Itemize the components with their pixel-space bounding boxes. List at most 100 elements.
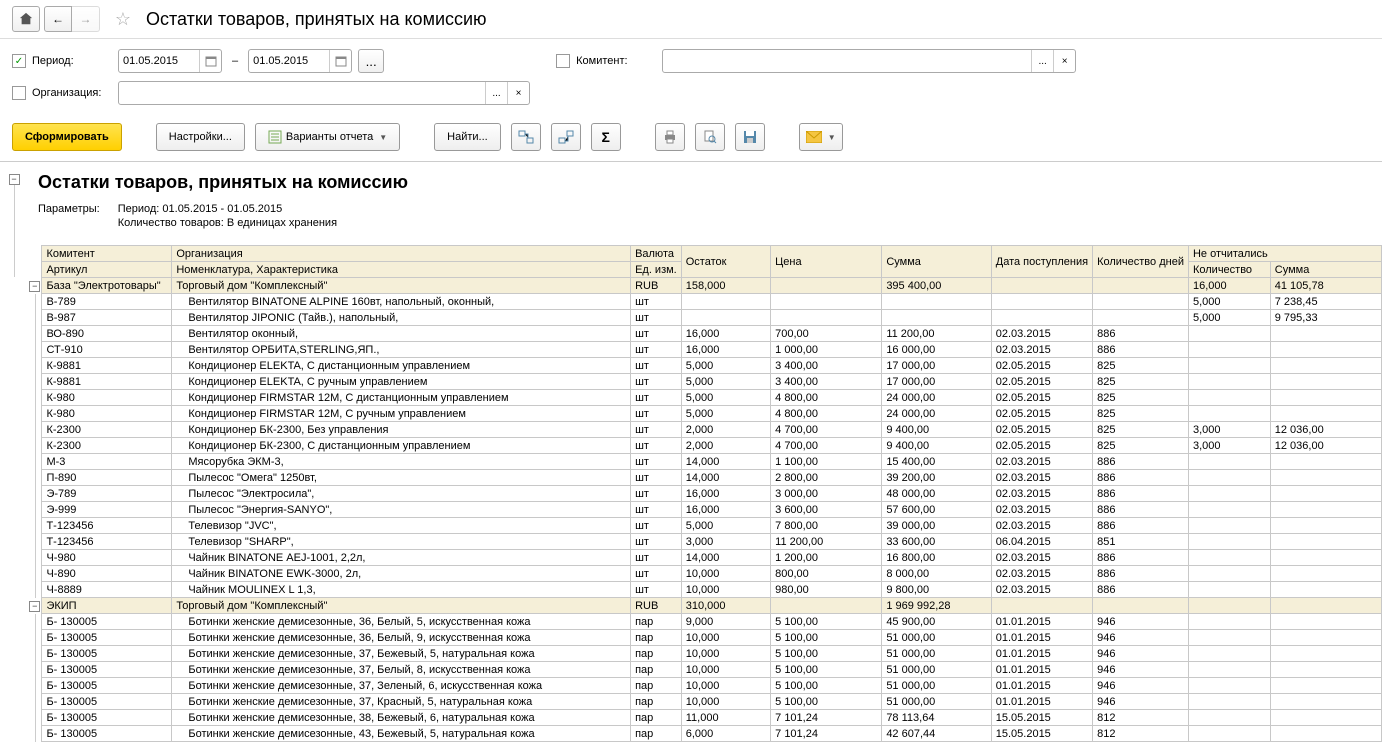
variants-button[interactable]: Варианты отчета ▼ (255, 123, 400, 151)
page-title: Остатки товаров, принятых на комиссию (146, 9, 487, 30)
komitent-label: Комитент: (576, 55, 656, 67)
period-checkbox[interactable]: ✓ (12, 54, 26, 68)
report-title: Остатки товаров, принятых на комиссию (28, 172, 1382, 193)
table-row[interactable]: В-987Вентилятор JIPONIC (Тайв.), напольн… (28, 310, 1382, 326)
back-button[interactable]: ← (44, 6, 72, 32)
table-row[interactable]: Б- 130005Ботинки женские демисезонные, 3… (28, 646, 1382, 662)
save-icon (743, 130, 757, 144)
org-checkbox[interactable] (12, 86, 26, 100)
calendar-icon[interactable] (329, 50, 351, 72)
group-row[interactable]: −База "Электротовары"Торговый дом "Компл… (28, 278, 1382, 294)
generate-button[interactable]: Сформировать (12, 123, 122, 151)
table-row[interactable]: Э-789Пылесос "Электросила",шт16,0003 000… (28, 486, 1382, 502)
preview-button[interactable] (695, 123, 725, 151)
table-row[interactable]: Ч-980Чайник BINATONE АЕJ-1001, 2,2л,шт14… (28, 550, 1382, 566)
save-button[interactable] (735, 123, 765, 151)
collapse-all-button[interactable]: − (9, 174, 20, 185)
table-row[interactable]: Т-123456Телевизор "JVC",шт5,0007 800,003… (28, 518, 1382, 534)
table-row[interactable]: К-2300Кондиционер БК-2300, С дистанционн… (28, 438, 1382, 454)
col-days[interactable]: Количество дней (1093, 246, 1189, 278)
col-date[interactable]: Дата поступления (991, 246, 1092, 278)
table-row[interactable]: М-3Мясорубка ЭКМ-3,шт14,0001 100,0015 40… (28, 454, 1382, 470)
table-row[interactable]: Э-999Пылесос "Энергия-SANYO",шт16,0003 6… (28, 502, 1382, 518)
table-row[interactable]: Т-123456Телевизор "SHARP",шт3,00011 200,… (28, 534, 1382, 550)
params-label: Параметры: (38, 203, 100, 231)
table-row[interactable]: Ч-8889Чайник MOULINEX L 1,3,шт10,000980,… (28, 582, 1382, 598)
col-nsum[interactable]: Сумма (1270, 262, 1381, 278)
date-to-wrap (248, 49, 352, 73)
collapse-group-button[interactable]: − (29, 601, 40, 612)
org-input-wrap: ... × (118, 81, 530, 105)
forward-button[interactable]: → (72, 6, 100, 32)
table-row[interactable]: Ч-890Чайник BINATONE EWK-3000, 2л,шт10,0… (28, 566, 1382, 582)
table-row[interactable]: СТ-910Вентилятор ОРБИТА,STERLING,ЯП.,шт1… (28, 342, 1382, 358)
date-to-input[interactable] (249, 53, 329, 69)
table-row[interactable]: В-789Вентилятор BINATONE ALPINE 160вт, н… (28, 294, 1382, 310)
period-select-button[interactable]: ... (358, 49, 384, 73)
collapse-icon (558, 130, 574, 144)
chevron-down-icon: ▼ (828, 133, 836, 142)
col-org[interactable]: Организация (172, 246, 631, 262)
expand-icon (518, 130, 534, 144)
col-nqty[interactable]: Количество (1188, 262, 1270, 278)
col-komitent[interactable]: Комитент (42, 246, 172, 262)
report-table: Комитент Организация Валюта Остаток Цена… (28, 245, 1382, 742)
table-row[interactable]: К-980Кондиционер FIRMSTAR 12M, С дистанц… (28, 390, 1382, 406)
settings-button[interactable]: Настройки... (156, 123, 245, 151)
table-row[interactable]: П-890Пылесос "Омега" 1250вт,шт14,0002 80… (28, 470, 1382, 486)
komitent-input[interactable] (663, 53, 1031, 69)
sum-button[interactable]: Σ (591, 123, 621, 151)
table-row[interactable]: К-9881Кондиционер ELEKTA, С ручным управ… (28, 374, 1382, 390)
col-artikul[interactable]: Артикул (42, 262, 172, 278)
col-ostatok[interactable]: Остаток (681, 246, 770, 278)
col-not-reported[interactable]: Не отчитались (1188, 246, 1381, 262)
table-row[interactable]: Б- 130005Ботинки женские демисезонные, 3… (28, 662, 1382, 678)
table-row[interactable]: Б- 130005Ботинки женские демисезонные, 3… (28, 614, 1382, 630)
org-clear-button[interactable]: × (507, 82, 529, 104)
komitent-checkbox[interactable] (556, 54, 570, 68)
col-nomenklatura[interactable]: Номенклатура, Характеристика (172, 262, 631, 278)
col-valuta[interactable]: Валюта (631, 246, 682, 262)
table-row[interactable]: ВО-890Вентилятор оконный,шт16,000700,001… (28, 326, 1382, 342)
table-row[interactable]: Б- 130005Ботинки женские демисезонные, 3… (28, 630, 1382, 646)
chevron-down-icon: ▼ (379, 133, 387, 142)
col-sum[interactable]: Сумма (882, 246, 991, 278)
org-label: Организация: (32, 87, 112, 99)
params-qty: Количество товаров: В единицах хранения (118, 217, 337, 229)
date-from-input[interactable] (119, 53, 199, 69)
table-row[interactable]: К-2300Кондиционер БК-2300, Без управлени… (28, 422, 1382, 438)
komitent-select-button[interactable]: ... (1031, 50, 1053, 72)
table-row[interactable]: К-9881Кондиционер ELEKTA, С дистанционны… (28, 358, 1382, 374)
komitent-clear-button[interactable]: × (1053, 50, 1075, 72)
home-button[interactable] (12, 6, 40, 32)
star-icon: ☆ (115, 9, 131, 30)
collapse-group-button[interactable]: − (29, 281, 40, 292)
arrow-left-icon: ← (52, 12, 64, 26)
email-button[interactable]: ▼ (799, 123, 843, 151)
home-icon (19, 12, 33, 26)
collapse-groups-button[interactable] (551, 123, 581, 151)
calendar-icon[interactable] (199, 50, 221, 72)
expand-groups-button[interactable] (511, 123, 541, 151)
date-from-wrap (118, 49, 222, 73)
group-row[interactable]: −ЭКИПТорговый дом "Комплексный"RUB310,00… (28, 598, 1382, 614)
print-button[interactable] (655, 123, 685, 151)
print-icon (663, 130, 677, 144)
table-row[interactable]: Б- 130005Ботинки женские демисезонные, 3… (28, 694, 1382, 710)
table-row[interactable]: Б- 130005Ботинки женские демисезонные, 3… (28, 710, 1382, 726)
params-period: Период: 01.05.2015 - 01.05.2015 (118, 203, 337, 215)
org-input[interactable] (119, 85, 485, 101)
col-price[interactable]: Цена (771, 246, 882, 278)
period-label: Период: (32, 55, 112, 67)
table-row[interactable]: Б- 130005Ботинки женские демисезонные, 4… (28, 726, 1382, 742)
sigma-icon: Σ (602, 129, 610, 145)
table-row[interactable]: К-980Кондиционер FIRMSTAR 12M, С ручным … (28, 406, 1382, 422)
email-icon (806, 131, 822, 143)
org-select-button[interactable]: ... (485, 82, 507, 104)
table-row[interactable]: Б- 130005Ботинки женские демисезонные, 3… (28, 678, 1382, 694)
dash: – (232, 55, 238, 67)
arrow-right-icon: → (80, 12, 92, 26)
find-button[interactable]: Найти... (434, 123, 501, 151)
favorite-button[interactable]: ☆ (110, 6, 136, 32)
col-ed[interactable]: Ед. изм. (631, 262, 682, 278)
